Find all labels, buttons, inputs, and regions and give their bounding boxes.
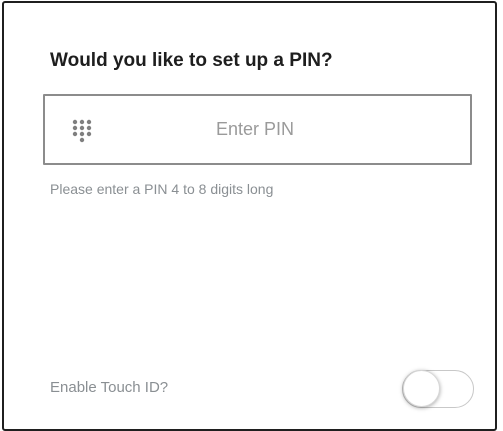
touch-id-toggle[interactable] — [402, 370, 474, 408]
pin-hint-text: Please enter a PIN 4 to 8 digits long — [50, 181, 274, 197]
pin-field[interactable] — [43, 94, 472, 165]
toggle-knob — [403, 370, 440, 407]
touch-id-label: Enable Touch ID? — [50, 379, 169, 396]
pin-input[interactable] — [105, 96, 405, 163]
pin-setup-dialog: Would you like to set up a PIN? Please e… — [2, 1, 497, 431]
keypad-icon — [72, 119, 92, 143]
dialog-title: Would you like to set up a PIN? — [50, 50, 333, 71]
